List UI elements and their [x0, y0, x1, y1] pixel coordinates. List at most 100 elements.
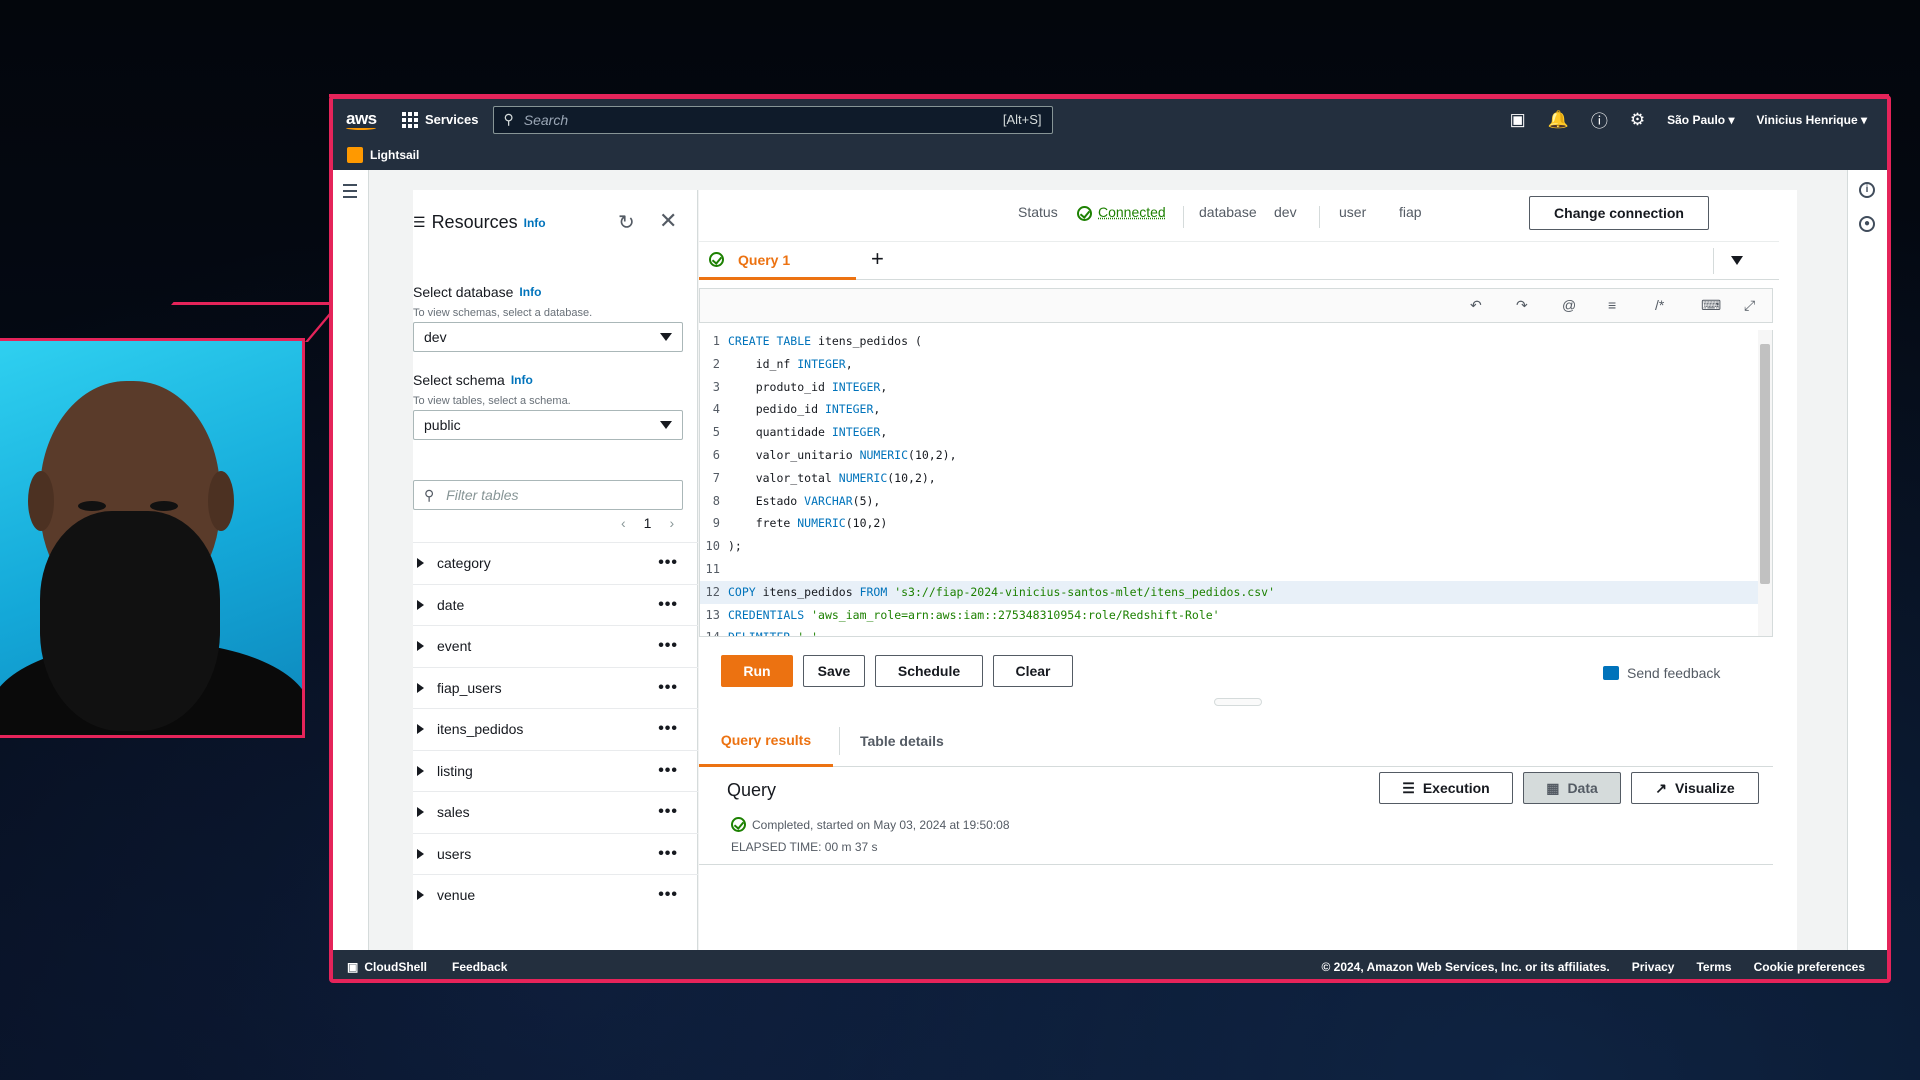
fullscreen-icon[interactable]: ⤢ [1744, 297, 1755, 314]
schema-select[interactable]: public [413, 410, 683, 440]
tab-query-results[interactable]: Query results [699, 715, 833, 767]
tab-query-1[interactable]: Query 1 [699, 242, 856, 280]
webcam-overlay [0, 338, 305, 738]
expand-caret-icon[interactable] [417, 599, 424, 610]
footer-feedback-link[interactable]: Feedback [452, 960, 507, 974]
expand-caret-icon[interactable] [417, 641, 424, 652]
expand-caret-icon[interactable] [417, 848, 424, 859]
database-select[interactable]: dev [413, 322, 683, 352]
more-actions-icon[interactable]: ••• [658, 596, 678, 614]
footer-cloudshell-link[interactable]: CloudShell [364, 960, 427, 974]
more-actions-icon[interactable]: ••• [658, 720, 678, 738]
terms-link[interactable]: Terms [1696, 960, 1731, 974]
presenter-eye-right [150, 501, 178, 511]
gear-icon[interactable]: ⚙ [1630, 110, 1645, 130]
expand-caret-icon[interactable] [417, 807, 424, 818]
expand-caret-icon[interactable] [417, 890, 424, 901]
editor-buttons: Run Save Schedule Clear [721, 655, 1073, 687]
table-name: fiap_users [437, 679, 502, 696]
region-menu[interactable]: São Paulo ▾ [1667, 113, 1734, 127]
feedback-icon [1603, 666, 1619, 680]
table-row-event[interactable]: event ••• [413, 625, 698, 667]
line-number: 9 [712, 516, 720, 531]
tab-table-details[interactable]: Table details [839, 727, 944, 755]
cloudshell-icon[interactable]: ▣ [1510, 110, 1526, 130]
more-actions-icon[interactable]: ••• [658, 803, 678, 821]
line-number: 2 [712, 356, 720, 371]
keyboard-icon[interactable]: ⌨ [1701, 297, 1721, 314]
database-info-link[interactable]: Info [519, 285, 541, 299]
expand-caret-icon[interactable] [417, 682, 424, 693]
expand-caret-icon[interactable] [417, 724, 424, 735]
settings-hex-icon[interactable]: ● [1859, 216, 1875, 232]
indent-icon[interactable]: ≡ [1608, 297, 1616, 313]
data-button[interactable]: ▦ Data [1523, 772, 1621, 804]
sql-code-editor[interactable]: 1 CREATE TABLE itens_pedidos (2 id_nf INT… [699, 330, 1773, 637]
privacy-link[interactable]: Privacy [1632, 960, 1675, 974]
editor-scrollbar[interactable] [1758, 330, 1772, 636]
table-row-date[interactable]: date ••• [413, 583, 698, 626]
change-connection-button[interactable]: Change connection [1529, 196, 1709, 230]
tables-list: category ••• date ••• event ••• fiap_users ••• i… [413, 542, 698, 916]
more-actions-icon[interactable]: ••• [658, 554, 678, 572]
table-row-sales[interactable]: sales ••• [413, 791, 698, 833]
table-row-users[interactable]: users ••• [413, 832, 698, 875]
comment-icon[interactable]: /* [1655, 297, 1664, 313]
run-button[interactable]: Run [721, 655, 793, 687]
info-icon[interactable]: i [1859, 182, 1875, 198]
expand-caret-icon[interactable] [417, 765, 424, 776]
table-name: venue [437, 887, 476, 904]
code-line: 13 CREDENTIALS 'aws_iam_role=arn:aws:iam:… [700, 604, 1772, 627]
lightsail-link[interactable]: Lightsail [370, 148, 419, 162]
tab-dropdown-icon[interactable] [1731, 256, 1743, 265]
help-icon[interactable]: ⓘ [1591, 107, 1608, 132]
user-menu[interactable]: Vinicius Henrique ▾ [1757, 113, 1868, 127]
query-tabs: Query 1 + [699, 242, 1779, 280]
redo-icon[interactable]: ↷ [1516, 297, 1528, 314]
bell-icon[interactable]: 🔔 [1548, 110, 1569, 130]
at-icon[interactable]: @ [1562, 297, 1576, 313]
add-tab-icon[interactable]: + [871, 246, 884, 272]
cookie-preferences-link[interactable]: Cookie preferences [1754, 960, 1865, 974]
table-row-fiap_users[interactable]: fiap_users ••• [413, 666, 698, 709]
presenter-eye-left [78, 501, 106, 511]
refresh-icon[interactable]: ↻ [618, 210, 635, 235]
user-label: user [1339, 204, 1367, 220]
more-actions-icon[interactable]: ••• [658, 679, 678, 697]
next-page-icon[interactable]: › [669, 515, 674, 531]
editor-toolbar: ↶ ↷ @ ≡ /* ⌨ ⤢ [699, 288, 1773, 323]
services-menu[interactable]: Services [402, 111, 479, 128]
more-actions-icon[interactable]: ••• [658, 886, 678, 904]
table-row-category[interactable]: category ••• [413, 542, 698, 584]
undo-icon[interactable]: ↶ [1470, 297, 1482, 314]
left-rail [333, 170, 369, 950]
select-database-label: Select database Info [413, 284, 542, 300]
more-actions-icon[interactable]: ••• [658, 637, 678, 655]
hamburger-menu-icon[interactable] [343, 184, 357, 202]
expand-caret-icon[interactable] [417, 558, 424, 569]
send-feedback-link[interactable]: Send feedback [1603, 665, 1720, 681]
clear-button[interactable]: Clear [993, 655, 1073, 687]
table-row-listing[interactable]: listing ••• [413, 749, 698, 792]
current-page[interactable]: 1 [644, 515, 652, 531]
save-button[interactable]: Save [803, 655, 865, 687]
more-actions-icon[interactable]: ••• [658, 762, 678, 780]
aws-logo[interactable]: aws [346, 109, 382, 130]
execution-button[interactable]: ☰ Execution [1379, 772, 1513, 804]
database-select-value: dev [424, 329, 447, 345]
close-icon[interactable]: ✕ [659, 208, 677, 234]
prev-page-icon[interactable]: ‹ [621, 515, 626, 531]
schedule-button[interactable]: Schedule [875, 655, 983, 687]
tree-icon: ☰ [413, 214, 426, 230]
line-number: 3 [712, 379, 720, 394]
visualize-button[interactable]: ↗ Visualize [1631, 772, 1759, 804]
line-number: 8 [712, 493, 720, 508]
filter-tables-input[interactable]: ⚲ Filter tables [413, 480, 683, 510]
search-input[interactable]: ⚲ Search [Alt+S] [492, 105, 1053, 134]
schema-info-link[interactable]: Info [511, 373, 533, 387]
resize-handle[interactable] [1214, 698, 1262, 706]
resources-info-link[interactable]: Info [524, 216, 546, 230]
table-row-itens_pedidos[interactable]: itens_pedidos ••• [413, 708, 698, 750]
table-row-venue[interactable]: venue ••• [413, 874, 698, 916]
more-actions-icon[interactable]: ••• [658, 845, 678, 863]
